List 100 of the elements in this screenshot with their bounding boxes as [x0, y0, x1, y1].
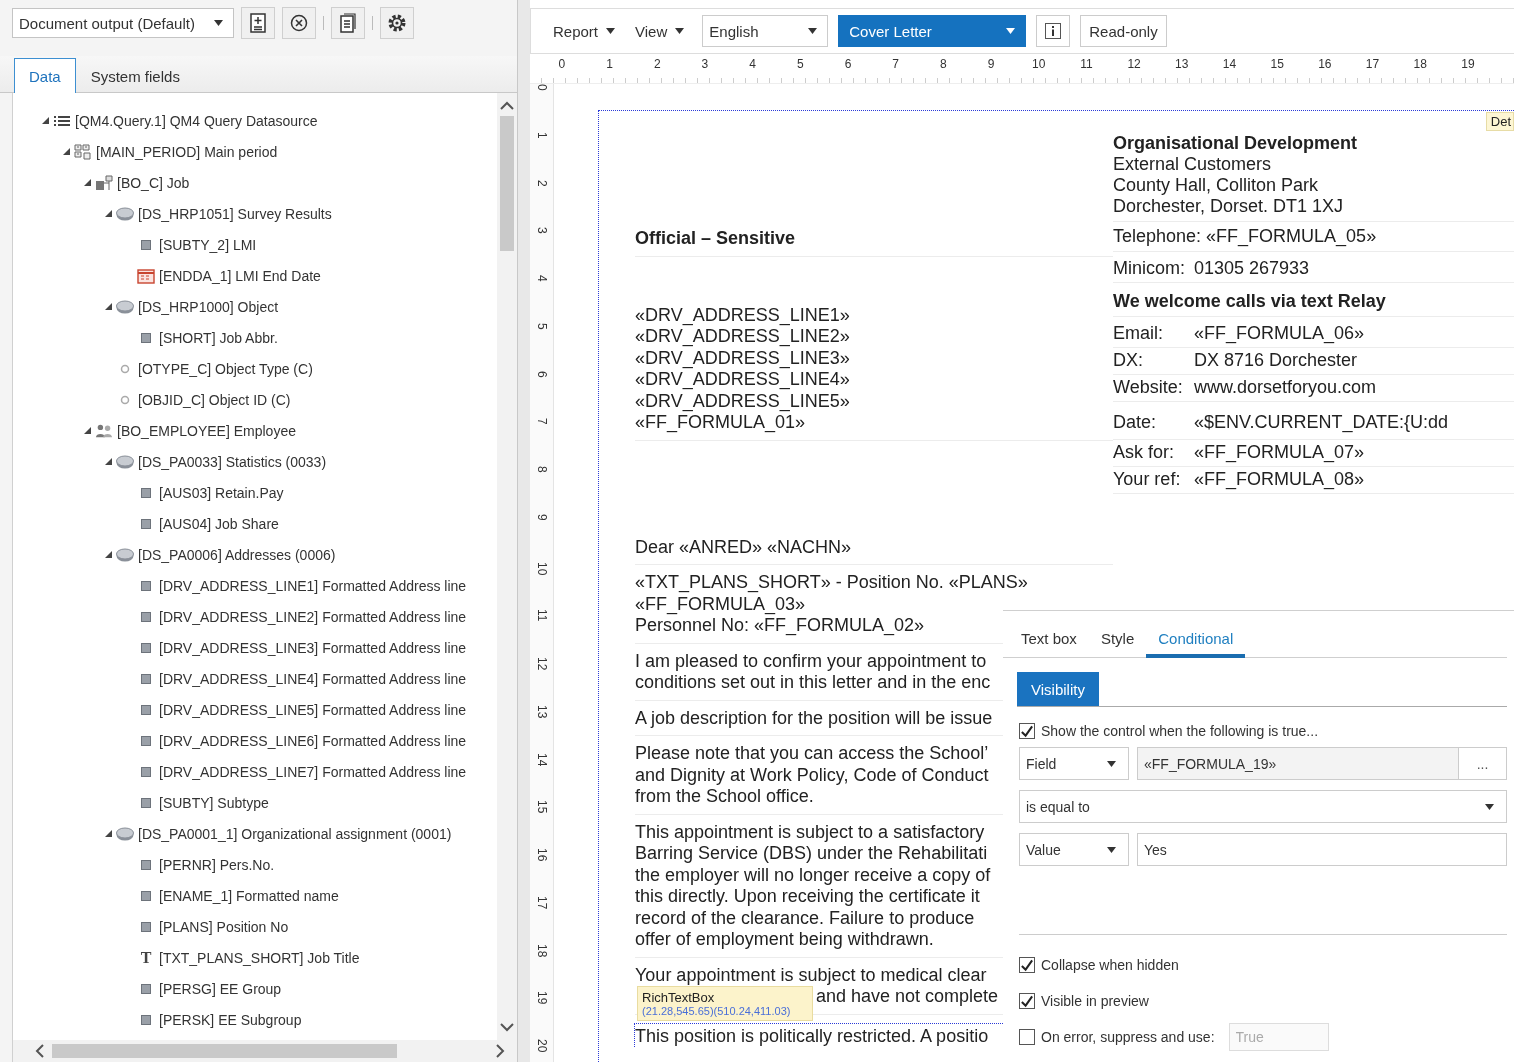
tab[interactable]: Text box — [1009, 623, 1089, 658]
cancel-button[interactable] — [282, 7, 316, 39]
menu-button[interactable]: View — [633, 16, 693, 46]
expander-icon[interactable] — [62, 148, 70, 155]
scrollbar-thumb[interactable] — [500, 116, 514, 251]
tree-item[interactable]: [OBJID_C] Object ID (C) — [138, 391, 291, 408]
tree-item[interactable]: [PLANS] Position No — [159, 918, 289, 935]
expander-icon[interactable] — [104, 830, 112, 837]
tree-item[interactable]: [AUS04] Job Share — [159, 515, 279, 532]
checkbox[interactable] — [1019, 957, 1035, 973]
tree-item[interactable]: [DS_PA0033] Statistics (0033) — [138, 453, 327, 470]
tree-item[interactable]: [BO_C] Job — [117, 174, 190, 191]
tab[interactable]: Conditional — [1146, 623, 1246, 658]
scroll-down-icon[interactable] — [500, 1023, 514, 1032]
tree-item[interactable]: [SUBTY_2] LMI — [159, 236, 257, 253]
template-dropdown[interactable]: Cover Letter — [838, 15, 1027, 47]
caret-icon — [606, 28, 616, 34]
read-only-button[interactable]: Read-only — [1080, 15, 1167, 47]
tree-item[interactable]: [DRV_ADDRESS_LINE1] Formatted Address line — [159, 577, 467, 594]
expander-icon[interactable] — [104, 303, 112, 310]
tree-item[interactable]: [DRV_ADDRESS_LINE3] Formatted Address line — [159, 639, 467, 656]
tab[interactable]: Data — [14, 58, 76, 93]
tab[interactable]: Style — [1088, 623, 1147, 658]
tree-item[interactable]: [DRV_ADDRESS_LINE2] Formatted Address line — [159, 608, 467, 625]
scroll-up-icon[interactable] — [500, 101, 514, 110]
info-button[interactable] — [1036, 15, 1071, 47]
ruler-number: 7 — [891, 56, 900, 73]
settings-icon — [387, 13, 407, 33]
ruler-number: 18 — [1412, 56, 1428, 73]
output-dropdown[interactable]: Document output (Default) — [12, 8, 234, 38]
letter-text: offer of employment being withdrawn. — [635, 929, 934, 951]
scroll-right-icon[interactable] — [496, 1044, 505, 1058]
tree-item[interactable]: [BO_EMPLOYEE] Employee — [117, 422, 296, 439]
scrollbar-thumb[interactable] — [52, 1044, 397, 1058]
checkbox[interactable] — [1019, 1029, 1035, 1045]
field-value: «$ENV.CURRENT_DATE:{U:dd — [1194, 412, 1449, 433]
ruler-number: 16 — [1317, 56, 1333, 73]
tab[interactable]: Visibility — [1017, 672, 1099, 706]
tree-item[interactable]: [PERSK] EE Subgroup — [159, 1011, 302, 1028]
field-icon — [141, 487, 151, 498]
text-type-icon: T — [140, 948, 152, 967]
ruler-number: 10 — [1031, 56, 1047, 73]
document-button[interactable] — [331, 7, 365, 39]
ruler-number: 10 — [534, 561, 549, 575]
tree-item[interactable]: [DRV_ADDRESS_LINE7] Formatted Address line — [159, 763, 467, 780]
expander-icon[interactable] — [83, 427, 91, 434]
source-type-dropdown[interactable]: Field — [1019, 747, 1129, 780]
tree-item[interactable]: [QM4.Query.1] QM4 Query Datasource — [75, 112, 318, 129]
language-dropdown[interactable]: English — [702, 15, 829, 47]
tab[interactable]: System fields — [75, 58, 195, 93]
letter-heading: We welcome calls via text Relay — [1113, 291, 1386, 311]
tree-item[interactable]: [DS_PA0001_1] Organizational assignment (0001) — [138, 825, 452, 842]
caret-icon — [214, 20, 223, 26]
field-value: «FF_FORMULA_07» — [1194, 442, 1365, 463]
ruler-number: 12 — [1126, 56, 1142, 73]
expander-icon[interactable] — [104, 210, 112, 217]
compare-type-dropdown[interactable]: Value — [1019, 833, 1129, 866]
tree-item[interactable]: [ENAME_1] Formatted name — [159, 887, 339, 904]
tree-item[interactable]: [SUBTY] Subtype — [159, 794, 269, 811]
checkbox-label: Collapse when hidden — [1041, 957, 1179, 973]
tree-item[interactable]: [DS_HRP1000] Object — [138, 298, 279, 315]
tree-item[interactable]: [AUS03] Retain.Pay — [159, 484, 284, 501]
tree-item[interactable]: [TXT_PLANS_SHORT] Job Title — [159, 949, 360, 966]
tree-item[interactable]: [DS_PA0006] Addresses (0006) — [138, 546, 336, 563]
tree-item[interactable]: [ENDDA_1] LMI End Date — [159, 267, 321, 284]
field-icon — [141, 332, 151, 343]
tree-item[interactable]: [DS_HRP1051] Survey Results — [138, 205, 332, 222]
tree-item[interactable]: [DRV_ADDRESS_LINE5] Formatted Address line — [159, 701, 467, 718]
letter-text: «DRV_ADDRESS_LINE4» — [635, 369, 850, 391]
tree-item[interactable]: [OTYPE_C] Object Type (C) — [138, 360, 313, 377]
expander-icon[interactable] — [41, 117, 49, 124]
checkbox[interactable] — [1019, 993, 1035, 1009]
tree-item[interactable]: [DRV_ADDRESS_LINE6] Formatted Address line — [159, 732, 467, 749]
scroll-left-icon[interactable] — [35, 1044, 44, 1058]
expander-icon[interactable] — [83, 179, 91, 186]
browse-button[interactable]: ... — [1458, 747, 1507, 780]
field-input[interactable]: «FF_FORMULA_19» — [1137, 747, 1459, 780]
menu-button[interactable]: Report — [551, 16, 624, 46]
document-icon — [339, 13, 357, 33]
letter-text: This position is politically restricted. A positio — [635, 1025, 989, 1046]
field-label: Minicom: — [1113, 258, 1186, 279]
checkbox-label: Visible in preview — [1041, 993, 1149, 1009]
tree-item[interactable]: [SHORT] Job Abbr. — [159, 329, 278, 346]
checkbox-label: On error, suppress and use: — [1041, 1029, 1215, 1045]
expander-icon[interactable] — [104, 458, 112, 465]
expander-icon[interactable] — [104, 551, 112, 558]
value-input[interactable]: Yes — [1137, 833, 1507, 866]
tree-item[interactable]: [MAIN_PERIOD] Main period — [96, 143, 278, 160]
field-icon — [141, 704, 151, 715]
operator-dropdown[interactable]: is equal to — [1019, 790, 1507, 823]
ruler-number: 5 — [534, 322, 549, 330]
tree-item[interactable]: [PERSG] EE Group — [159, 980, 282, 997]
letter-heading: Organisational Development — [1113, 133, 1358, 153]
tree-item[interactable]: [PERNR] Pers.No. — [159, 856, 275, 873]
ruler-number: 4 — [534, 275, 549, 282]
tree-item[interactable]: [DRV_ADDRESS_LINE4] Formatted Address line — [159, 670, 467, 687]
settings-button[interactable] — [380, 7, 414, 39]
add-document-button[interactable] — [241, 7, 275, 39]
field-icon — [141, 797, 151, 808]
checkbox[interactable] — [1019, 723, 1035, 739]
